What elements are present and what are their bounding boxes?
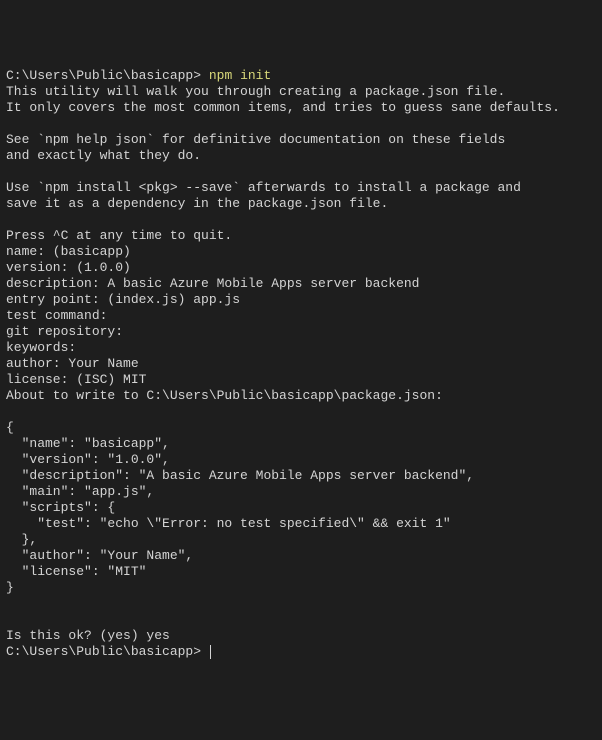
output-line: name: (basicapp)	[6, 244, 596, 260]
output-line: "main": "app.js",	[6, 484, 596, 500]
output-line: "description": "A basic Azure Mobile App…	[6, 468, 596, 484]
output-line: },	[6, 532, 596, 548]
output-line: It only covers the most common items, an…	[6, 100, 596, 116]
prompt-path: C:\Users\Public\basicapp>	[6, 68, 201, 83]
output-line: "scripts": {	[6, 500, 596, 516]
output-line: save it as a dependency in the package.j…	[6, 196, 596, 212]
cursor-icon	[210, 645, 211, 659]
output-line	[6, 612, 596, 628]
output-line: "test": "echo \"Error: no test specified…	[6, 516, 596, 532]
output-line: version: (1.0.0)	[6, 260, 596, 276]
output-line: "license": "MIT"	[6, 564, 596, 580]
output-line: Is this ok? (yes) yes	[6, 628, 596, 644]
output-line	[6, 404, 596, 420]
output-line	[6, 596, 596, 612]
output-line: About to write to C:\Users\Public\basica…	[6, 388, 596, 404]
output-line: entry point: (index.js) app.js	[6, 292, 596, 308]
command-text: npm init	[209, 68, 271, 83]
output-line: and exactly what they do.	[6, 148, 596, 164]
output-line: See `npm help json` for definitive docum…	[6, 132, 596, 148]
output-line: test command:	[6, 308, 596, 324]
output-line: author: Your Name	[6, 356, 596, 372]
output-line: git repository:	[6, 324, 596, 340]
output-line	[6, 116, 596, 132]
terminal[interactable]: C:\Users\Public\basicapp> npm initThis u…	[6, 68, 596, 660]
prompt-path: C:\Users\Public\basicapp>	[6, 644, 201, 659]
output-line: Press ^C at any time to quit.	[6, 228, 596, 244]
output-line: "author": "Your Name",	[6, 548, 596, 564]
output-line: description: A basic Azure Mobile Apps s…	[6, 276, 596, 292]
output-line: {	[6, 420, 596, 436]
output-line: }	[6, 580, 596, 596]
output-line: Use `npm install <pkg> --save` afterward…	[6, 180, 596, 196]
output-line	[6, 212, 596, 228]
output-line	[6, 164, 596, 180]
output-line: "version": "1.0.0",	[6, 452, 596, 468]
output-line: keywords:	[6, 340, 596, 356]
output-line: license: (ISC) MIT	[6, 372, 596, 388]
output-line: "name": "basicapp",	[6, 436, 596, 452]
output-line: This utility will walk you through creat…	[6, 84, 596, 100]
